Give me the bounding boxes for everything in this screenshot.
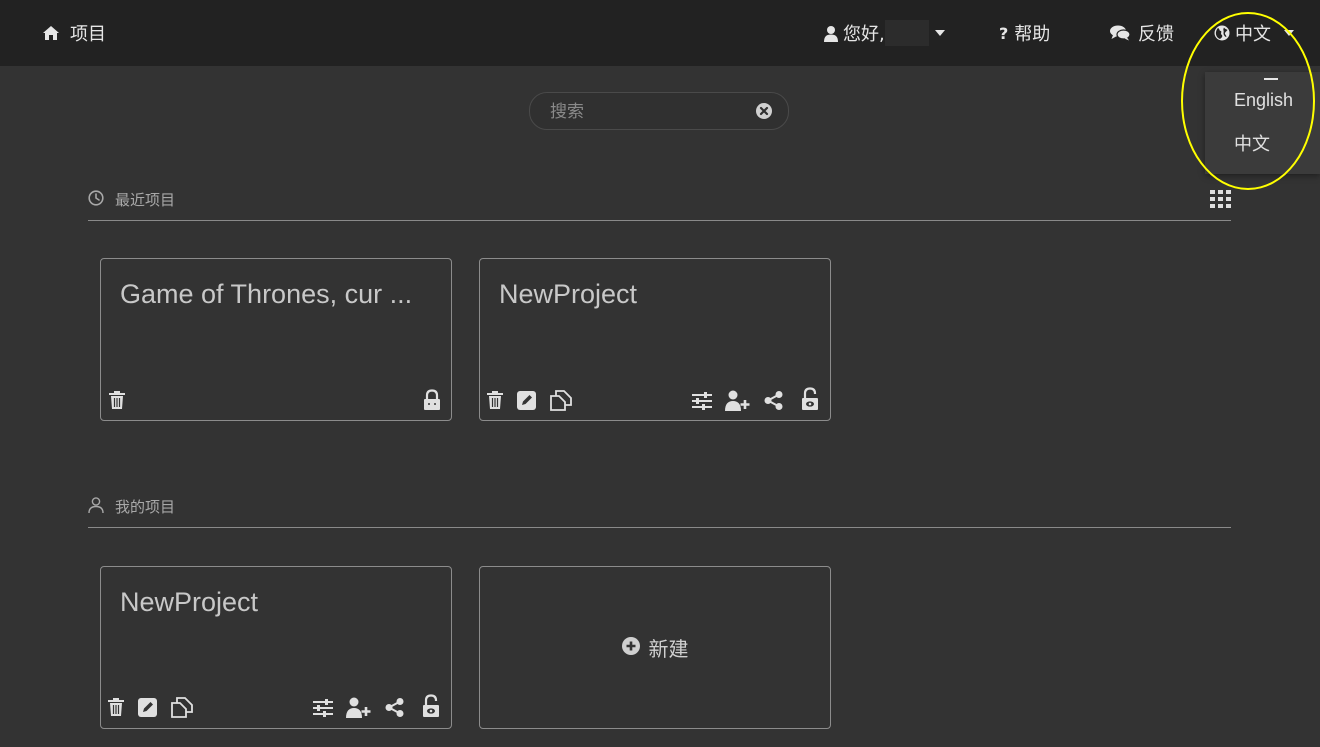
user-greeting: 您好, [843, 24, 885, 45]
section-divider [88, 527, 1231, 528]
project-card[interactable]: Game of Thrones, cur ... [100, 258, 452, 421]
language-label: 中文 [1235, 24, 1271, 45]
my-projects-title: 我的项目 [115, 498, 176, 516]
search-input[interactable] [548, 99, 752, 125]
recent-projects-title: 最近项目 [115, 191, 176, 209]
project-card[interactable]: NewProject [100, 566, 452, 729]
add-user-icon[interactable] [346, 697, 372, 722]
recent-projects-heading: 最近项目 [88, 189, 175, 210]
clear-search-icon[interactable] [756, 103, 772, 123]
grid-view-icon[interactable] [1210, 190, 1231, 212]
user-menu[interactable]: 您好, [824, 0, 945, 66]
top-navbar: 项目 您好, ? 帮助 反馈 中文 [0, 0, 1320, 66]
nav-feedback-label: 反馈 [1138, 24, 1174, 45]
new-project-button[interactable]: 新建 [480, 567, 830, 728]
project-title: Game of Thrones, cur ... [120, 279, 413, 309]
project-title: NewProject [120, 587, 259, 617]
section-divider [88, 220, 1231, 221]
chevron-down-icon [934, 30, 945, 36]
project-title: NewProject [499, 279, 638, 309]
language-option-english[interactable]: English [1234, 90, 1293, 111]
project-card[interactable]: NewProject [479, 258, 831, 421]
user-icon [824, 25, 838, 42]
share-icon[interactable] [764, 391, 783, 414]
edit-icon[interactable] [517, 391, 536, 414]
trash-icon[interactable] [487, 391, 503, 413]
home-icon [42, 25, 60, 41]
trash-icon[interactable] [109, 391, 125, 413]
settings-sliders-icon[interactable] [692, 392, 712, 414]
question-icon: ? [999, 23, 1009, 43]
add-user-icon[interactable] [725, 390, 751, 415]
trash-icon[interactable] [108, 698, 124, 720]
lock-icon[interactable] [423, 389, 441, 415]
unlock-icon[interactable] [801, 387, 819, 415]
clock-icon [88, 189, 104, 210]
nav-help[interactable]: ? 帮助 [999, 0, 1050, 66]
search-box [529, 92, 789, 130]
globe-icon [1214, 25, 1230, 41]
my-projects-heading: 我的项目 [88, 496, 175, 517]
settings-sliders-icon[interactable] [313, 699, 333, 721]
plus-circle-icon [621, 636, 640, 660]
user-outline-icon [88, 496, 104, 517]
share-icon[interactable] [385, 698, 404, 721]
unlock-icon[interactable] [422, 694, 440, 722]
comments-icon [1110, 25, 1130, 41]
chevron-down-icon [1284, 30, 1294, 36]
language-dropdown-menu: English 中文 [1205, 72, 1320, 174]
copy-icon[interactable] [550, 390, 572, 415]
new-project-label: 新建 [648, 637, 689, 661]
edit-icon[interactable] [138, 698, 157, 721]
redacted-username [884, 20, 929, 46]
nav-feedback[interactable]: 反馈 [1110, 0, 1174, 66]
nav-home[interactable]: 项目 [42, 0, 106, 66]
nav-help-label: 帮助 [1014, 24, 1051, 45]
language-option-chinese[interactable]: 中文 [1234, 130, 1270, 156]
language-selector[interactable]: 中文 [1214, 0, 1294, 66]
copy-icon[interactable] [171, 697, 193, 722]
dropdown-notch [1264, 78, 1278, 80]
new-project-card[interactable]: 新建 [479, 566, 831, 729]
nav-home-label: 项目 [70, 24, 106, 45]
